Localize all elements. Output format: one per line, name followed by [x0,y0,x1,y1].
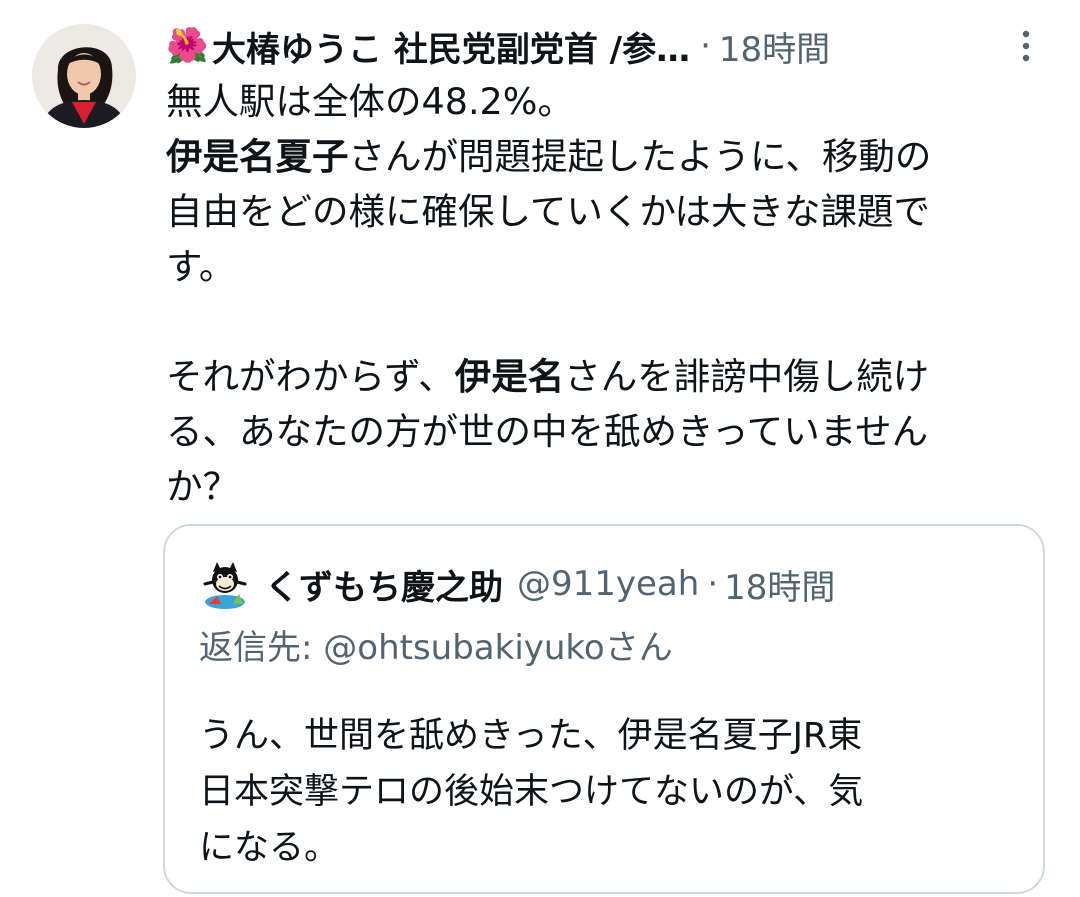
body-line: になる。 [199,828,340,868]
body-line: す。 [166,245,236,288]
quoted-tweet-body: うん、世間を舐めきった、伊是名夏子JR東 日本突撃テロの後始末つけてないのが、気… [199,708,1019,876]
body-line: それがわからず、伊是名さんを誹謗中傷し続け [166,349,1056,404]
mentioned-name: 伊是名 [454,355,565,398]
body-line: うん、世間を舐めきった、伊是名夏子JR東 [199,716,863,756]
body-line: 無人駅は全体の48.2%。 [166,80,574,123]
separator-dot: · [707,564,719,604]
tweet-body: 無人駅は全体の48.2%。 伊是名夏子さんが問題提起したように、移動の 自由をど… [166,74,1056,514]
body-line: か？ [166,465,239,508]
quoted-tweet-header: くずもち慶之助 @911yeah · 18時間 [265,558,1025,610]
hibiscus-icon: 🌺 [166,26,209,66]
quoted-author-handle[interactable]: @911yeah [517,564,699,604]
body-line: 自由をどの様に確保していくかは大きな課題で [166,190,930,233]
body-text-span: さんが問題提起したように、移動の [348,135,932,178]
body-line: 伊是名夏子さんが問題提起したように、移動の [166,129,1056,184]
quoted-author-avatar[interactable] [199,560,251,612]
vertical-ellipsis-icon [1022,30,1030,62]
body-text-span: それがわからず、 [166,355,455,398]
tweet-header: 🌺 大椿ゆうこ 社民党副党首 /参… · 18時間 [166,20,1046,72]
tweet-timestamp[interactable]: 18時間 [719,22,830,71]
quoted-tweet[interactable]: くずもち慶之助 @911yeah · 18時間 返信先: @ohtsubakiy… [163,524,1045,894]
reply-to-line: 返信先: @ohtsubakiyukoさん [199,628,673,668]
quoted-author-name[interactable]: くずもち慶之助 [265,560,503,609]
mentioned-name: 伊是名夏子 [166,135,349,178]
body-line: る、あなたの方が世の中を舐めきっていません [166,410,929,453]
body-text-span: さんを誹謗中傷し続け [564,355,930,398]
separator-dot: · [700,26,711,66]
more-options-button[interactable] [1010,26,1042,66]
author-avatar[interactable] [32,24,136,128]
body-line: 日本突撃テロの後始末つけてないのが、気 [199,772,864,812]
quoted-tweet-timestamp: 18時間 [724,567,836,608]
author-name[interactable]: 大椿ゆうこ 社民党副党首 /参… [212,22,690,71]
